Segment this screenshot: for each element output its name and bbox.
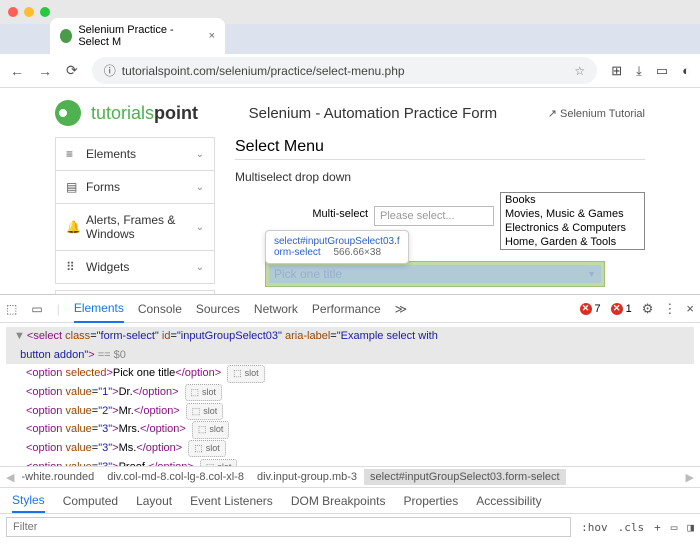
device-toggle-icon[interactable]: ▭ — [31, 302, 42, 316]
slot-chip[interactable]: ⬚ slot — [186, 403, 224, 420]
site-header: tutorialspoint Selenium - Automation Pra… — [55, 88, 645, 138]
crumb-item[interactable]: -white.rounded — [15, 469, 100, 485]
more-icon[interactable]: ⋮ — [663, 301, 676, 317]
browser-toolbar: ← → ⟳ ⓘ tutorialspoint.com/selenium/prac… — [0, 54, 700, 88]
warn-count-badge[interactable]: ✕1 — [611, 303, 632, 315]
crumb-right-icon[interactable]: ▶ — [686, 471, 694, 484]
panel-icon[interactable]: ▭ — [656, 63, 668, 79]
devtools-tabs: ⬚ ▭ | Elements Console Sources Network P… — [0, 295, 700, 323]
crumb-item[interactable]: div.col-md-8.col-lg-8.col-xl-8 — [101, 469, 250, 485]
bookmark-icon[interactable]: ☆ — [574, 64, 585, 78]
sidebar-item-widgets[interactable]: ⠿ Widgets ⌄ — [55, 250, 215, 284]
section-heading: Select Menu — [235, 138, 645, 156]
widget-icon: ⠿ — [66, 260, 78, 274]
crumb-item[interactable]: div.input-group.mb-3 — [251, 469, 363, 485]
favicon-icon — [60, 29, 72, 43]
styles-filter-row: :hov .cls + ▭ ◨ — [0, 514, 700, 540]
multiselect-listbox[interactable]: Books Movies, Music & Games Electronics … — [500, 192, 645, 250]
error-count-badge[interactable]: ✕7 — [580, 303, 601, 315]
reload-icon[interactable]: ⟳ — [66, 62, 78, 79]
list-item[interactable]: Electronics & Computers — [501, 221, 644, 235]
tab-properties[interactable]: Properties — [404, 490, 459, 512]
inspect-dimensions: 566.66×38 — [333, 247, 381, 258]
sidebar-item-label: Widgets — [86, 260, 129, 274]
chevron-down-icon: ⌄ — [196, 182, 204, 193]
minimize-window-dot[interactable] — [24, 7, 34, 17]
list-item[interactable]: Books — [501, 193, 644, 207]
tab-title: Selenium Practice - Select M — [78, 24, 202, 48]
browser-tab[interactable]: Selenium Practice - Select M × — [50, 18, 225, 54]
sidebar: ≡ Elements ⌄ ▤ Forms ⌄ 🔔 Alerts, Frames & Win… — [55, 138, 215, 294]
tab-network[interactable]: Network — [254, 296, 298, 322]
back-icon[interactable]: ← — [10, 63, 24, 79]
dom-tree[interactable]: ▼<select class="form-select" id="inputGr… — [0, 323, 700, 466]
inspect-tooltip: select#inputGroupSelect03.form-select 56… — [265, 230, 409, 264]
tab-elements[interactable]: Elements — [74, 295, 124, 323]
url-text: tutorialspoint.com/selenium/practice/sel… — [122, 64, 405, 78]
tab-accessibility[interactable]: Accessibility — [476, 490, 541, 512]
sidebar-item-elements[interactable]: ≡ Elements ⌄ — [55, 137, 215, 171]
tab-performance[interactable]: Performance — [312, 296, 381, 322]
hov-toggle[interactable]: :hov — [581, 521, 608, 534]
sidebar-item-alerts[interactable]: 🔔 Alerts, Frames & Windows ⌄ — [55, 203, 215, 251]
cls-toggle[interactable]: .cls — [618, 521, 645, 534]
tab-sources[interactable]: Sources — [196, 296, 240, 322]
slot-chip[interactable]: ⬚ slot — [192, 421, 230, 438]
tab-strip: Selenium Practice - Select M × — [0, 24, 700, 54]
close-window-dot[interactable] — [8, 7, 18, 17]
sidebar-item-forms[interactable]: ▤ Forms ⌄ — [55, 170, 215, 204]
logo-text[interactable]: tutorialspoint — [91, 103, 198, 124]
slot-chip[interactable]: ⬚ slot — [185, 384, 223, 401]
highlight-overlay — [269, 265, 601, 283]
tab-console[interactable]: Console — [138, 296, 182, 322]
bell-icon: 🔔 — [66, 220, 78, 234]
multiselect-input[interactable]: Please select... — [374, 206, 494, 226]
sidebar-item-label: Elements — [86, 147, 136, 161]
inspect-picker-icon[interactable]: ⬚ — [6, 302, 17, 316]
menu-icon: ≡ — [66, 147, 78, 161]
chevron-down-icon: ⌄ — [196, 222, 204, 233]
download-icon[interactable]: ⤓ — [636, 63, 642, 79]
sidebar-toggle-icon[interactable]: ◨ — [687, 521, 694, 534]
slot-chip[interactable]: ⬚ slot — [188, 440, 226, 457]
filter-input[interactable] — [6, 517, 571, 537]
sidebar-item-label: Alerts, Frames & Windows — [86, 213, 188, 241]
chevron-down-icon: ⌄ — [196, 262, 204, 273]
tab-styles[interactable]: Styles — [12, 489, 45, 513]
url-bar[interactable]: ⓘ tutorialspoint.com/selenium/practice/s… — [92, 57, 597, 84]
extensions-icon[interactable]: ⊞ — [611, 63, 622, 79]
breadcrumb: ◀ -white.rounded div.col-md-8.col-lg-8.c… — [0, 466, 700, 488]
close-tab-icon[interactable]: × — [209, 30, 215, 42]
sub-label: Multiselect drop down — [235, 170, 645, 184]
site-info-icon[interactable]: ⓘ — [104, 62, 116, 79]
forward-icon[interactable]: → — [38, 63, 52, 79]
devtools-panel: ⬚ ▭ | Elements Console Sources Network P… — [0, 294, 700, 555]
slot-chip[interactable]: ⬚ slot — [200, 459, 238, 466]
tab-event-listeners[interactable]: Event Listeners — [190, 490, 273, 512]
logo-icon — [55, 100, 81, 126]
form-icon: ▤ — [66, 180, 78, 194]
chevron-down-icon: ⌄ — [196, 149, 204, 160]
list-item[interactable]: Home, Garden & Tools — [501, 235, 644, 249]
page-title: Selenium - Automation Practice Form — [208, 105, 538, 122]
tab-dom-breakpoints[interactable]: DOM Breakpoints — [291, 490, 386, 512]
multiselect-label: Multi-select — [312, 208, 368, 220]
tab-more-icon[interactable]: ≫ — [395, 296, 408, 322]
crumb-left-icon[interactable]: ◀ — [6, 471, 14, 484]
slot-chip[interactable]: ⬚ slot — [227, 365, 265, 382]
maximize-window-dot[interactable] — [40, 7, 50, 17]
crumb-item-selected[interactable]: select#inputGroupSelect03.form-select — [364, 469, 566, 485]
styles-tabs: Styles Computed Layout Event Listeners D… — [0, 488, 700, 514]
selenium-tutorial-link[interactable]: Selenium Tutorial — [548, 107, 645, 120]
computed-panel-icon[interactable]: ▭ — [671, 521, 678, 534]
list-item[interactable]: Movies, Music & Games — [501, 207, 644, 221]
sidebar-item-label: Forms — [86, 180, 120, 194]
tab-layout[interactable]: Layout — [136, 490, 172, 512]
add-rule-icon[interactable]: + — [654, 521, 661, 534]
sidebar-item-accordion[interactable]: Accordion⌄ — [55, 290, 215, 294]
profile-icon[interactable]: ◐ — [682, 63, 690, 78]
close-icon[interactable]: × — [686, 301, 694, 316]
tab-computed[interactable]: Computed — [63, 490, 118, 512]
gear-icon[interactable]: ⚙ — [642, 301, 654, 317]
